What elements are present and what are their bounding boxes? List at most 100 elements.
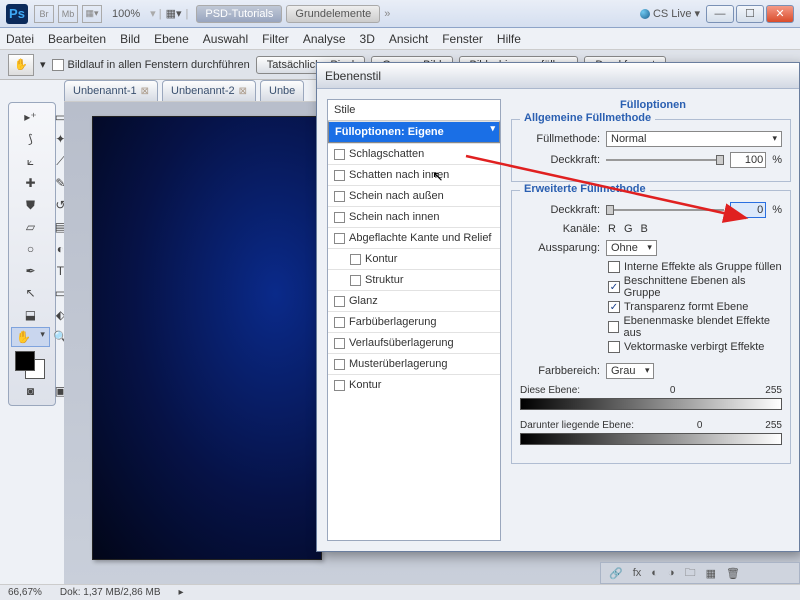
minibridge-icon[interactable]: Mb xyxy=(58,5,78,23)
close-icon[interactable]: ⊠ xyxy=(141,86,149,97)
workspace-basics[interactable]: Grundelemente xyxy=(286,5,380,23)
cslive-label[interactable]: CS Live xyxy=(653,8,692,20)
style-item-5[interactable]: Abgeflachte Kante und Relief xyxy=(328,227,500,248)
blendmode-select[interactable]: Normal xyxy=(606,131,782,147)
adjustment-icon[interactable]: ◑ xyxy=(668,567,675,579)
scroll-all-windows-checkbox[interactable]: Bildlauf in allen Fenstern durchführen xyxy=(52,59,250,71)
crop-tool[interactable]: ⟀ xyxy=(11,151,50,171)
advanced-blending-group: Erweiterte Füllmethode Deckkraft: 0% Kan… xyxy=(511,190,791,464)
color-swatches[interactable] xyxy=(11,349,69,379)
tab-unbenannt-3[interactable]: Unbe xyxy=(260,80,304,101)
style-item-8[interactable]: Glanz xyxy=(328,290,500,311)
fillopacity-slider[interactable] xyxy=(606,203,724,217)
quickmask-icon[interactable]: ◙ xyxy=(11,381,50,401)
underlying-layer-label: Darunter liegende Ebene: xyxy=(520,420,634,431)
fillopacity-input[interactable]: 0 xyxy=(730,202,766,218)
move-tool[interactable]: ▸⁺ xyxy=(11,107,50,127)
style-item-4[interactable]: Schein nach innen xyxy=(328,206,500,227)
style-item-0[interactable]: Fülloptionen: Eigene xyxy=(328,121,500,143)
style-item-10[interactable]: Verlaufsüberlagerung xyxy=(328,332,500,353)
minimize-button[interactable]: — xyxy=(706,5,734,23)
blend-flag-0[interactable]: Interne Effekte als Gruppe füllen xyxy=(608,261,782,273)
fx-icon[interactable]: fx xyxy=(633,567,642,579)
blendmode-label: Füllmethode: xyxy=(520,133,600,145)
menu-bild[interactable]: Bild xyxy=(120,32,140,46)
style-item-3[interactable]: Schein nach außen xyxy=(328,185,500,206)
style-item-9[interactable]: Farbüberlagerung xyxy=(328,311,500,332)
3d-tool[interactable]: ⬓ xyxy=(11,305,50,325)
close-button[interactable]: ✕ xyxy=(766,5,794,23)
viewmode-icon[interactable]: ▦▾ xyxy=(82,5,102,23)
blend-flag-1[interactable]: Beschnittene Ebenen als Gruppe xyxy=(608,275,782,299)
titlebar: Ps Br Mb ▦▾ 100% ▾ | ▦▾ | PSD-Tutorials … xyxy=(0,0,800,28)
path-tool[interactable]: ↖ xyxy=(11,283,50,303)
heal-tool[interactable]: ✚ xyxy=(11,173,50,193)
new-icon[interactable]: ▦ xyxy=(706,567,716,580)
trash-icon[interactable]: 🗑 xyxy=(726,567,740,580)
menu-auswahl[interactable]: Auswahl xyxy=(203,32,248,46)
style-item-7[interactable]: Struktur xyxy=(328,269,500,290)
hand-tool-icon[interactable]: ✋ xyxy=(8,54,34,76)
mini-panel: 🔗 fx ◐ ◑ 🗀 ▦ 🗑 xyxy=(600,562,800,584)
dialog-title: Ebenenstil xyxy=(317,63,799,89)
channel-g-checkbox[interactable]: G xyxy=(622,223,633,235)
menu-bearbeiten[interactable]: Bearbeiten xyxy=(48,32,106,46)
this-layer-ramp[interactable] xyxy=(520,398,782,410)
knockout-select[interactable]: Ohne xyxy=(606,240,657,256)
tool-palette: ▸⁺▭ ⟆✦ ⟀⟋ ✚✎ ⛊↺ ▱▤ ○◐ ✒T ↖▭ ⬓⬖ ✋🔍 ◙▣ xyxy=(8,102,56,406)
menu-hilfe[interactable]: Hilfe xyxy=(497,32,521,46)
style-item-12[interactable]: Kontur xyxy=(328,374,500,395)
menu-fenster[interactable]: Fenster xyxy=(442,32,483,46)
menu-ansicht[interactable]: Ansicht xyxy=(389,32,428,46)
workspace-tutorials[interactable]: PSD-Tutorials xyxy=(196,5,282,23)
opacity-input[interactable]: 100 xyxy=(730,152,766,168)
document-canvas[interactable] xyxy=(92,116,322,560)
blendif-select[interactable]: Grau xyxy=(606,363,654,379)
bridge-icon[interactable]: Br xyxy=(34,5,54,23)
cslive-icon xyxy=(640,9,650,19)
menu-ebene[interactable]: Ebene xyxy=(154,32,189,46)
style-item-6[interactable]: Kontur xyxy=(328,248,500,269)
status-zoom[interactable]: 66,67% xyxy=(8,587,42,598)
blend-flag-3[interactable]: Ebenenmaske blendet Effekte aus xyxy=(608,315,782,339)
opacity-slider[interactable] xyxy=(606,153,724,167)
status-doc: Dok: 1,37 MB/2,86 MB xyxy=(60,587,161,598)
lasso-tool[interactable]: ⟆ xyxy=(11,129,50,149)
menu-3d[interactable]: 3D xyxy=(360,32,375,46)
style-item-2[interactable]: Schatten nach innen xyxy=(328,164,500,185)
tab-unbenannt-1[interactable]: Unbenannt-1⊠ xyxy=(64,80,158,101)
link-icon[interactable]: 🔗 xyxy=(609,567,623,580)
blend-flag-4[interactable]: Vektormaske verbirgt Effekte xyxy=(608,341,782,353)
blur-tool[interactable]: ○ xyxy=(11,239,50,259)
style-item-11[interactable]: Musterüberlagerung xyxy=(328,353,500,374)
zoom-level[interactable]: 100% xyxy=(112,8,140,20)
fillopacity-label: Deckkraft: xyxy=(520,204,600,216)
this-layer-label: Diese Ebene: xyxy=(520,385,580,396)
styles-header[interactable]: Stile xyxy=(328,100,500,121)
status-bar: 66,67% Dok: 1,37 MB/2,86 MB ▸ xyxy=(0,584,800,600)
hand-tool[interactable]: ✋ xyxy=(11,327,50,347)
menu-analyse[interactable]: Analyse xyxy=(303,32,346,46)
fill-options-heading: Fülloptionen xyxy=(511,99,795,111)
style-item-1[interactable]: Schlagschatten xyxy=(328,143,500,164)
stamp-tool[interactable]: ⛊ xyxy=(11,195,50,215)
blend-flag-2[interactable]: Transparenz formt Ebene xyxy=(608,301,782,313)
channels-label: Kanäle: xyxy=(520,223,600,235)
maximize-button[interactable]: ☐ xyxy=(736,5,764,23)
mask-icon[interactable]: ◐ xyxy=(651,567,658,579)
tab-unbenannt-2[interactable]: Unbenannt-2⊠ xyxy=(162,80,256,101)
underlying-layer-ramp[interactable] xyxy=(520,433,782,445)
layer-style-dialog: Ebenenstil Stile Fülloptionen: EigeneSch… xyxy=(316,62,800,552)
styles-list: Stile Fülloptionen: EigeneSchlagschatten… xyxy=(327,99,501,541)
channel-b-checkbox[interactable]: B xyxy=(639,223,648,235)
folder-icon[interactable]: 🗀 xyxy=(685,564,696,583)
ps-logo: Ps xyxy=(6,4,28,24)
menu-datei[interactable]: Datei xyxy=(6,32,34,46)
menu-filter[interactable]: Filter xyxy=(262,32,289,46)
pen-tool[interactable]: ✒ xyxy=(11,261,50,281)
general-blending-group: Allgemeine Füllmethode Füllmethode: Norm… xyxy=(511,119,791,182)
menubar: Datei Bearbeiten Bild Ebene Auswahl Filt… xyxy=(0,28,800,50)
close-icon[interactable]: ⊠ xyxy=(239,86,247,97)
eraser-tool[interactable]: ▱ xyxy=(11,217,50,237)
channel-r-checkbox[interactable]: R xyxy=(606,223,616,235)
